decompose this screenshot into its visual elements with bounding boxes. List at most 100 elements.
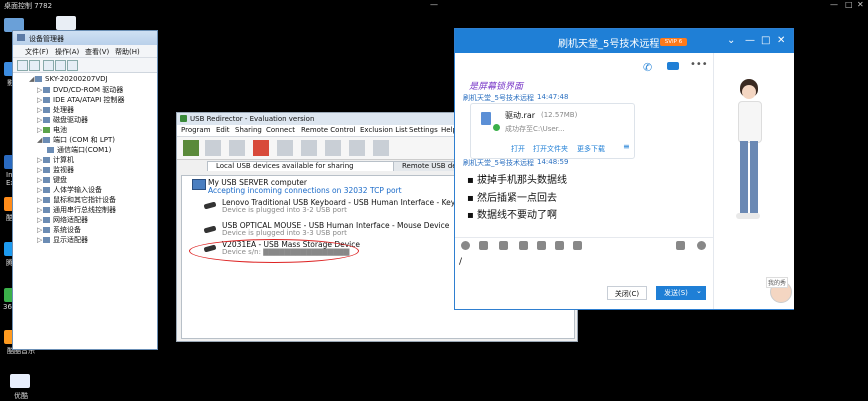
tree-label: 鼠标和其它指针设备 xyxy=(53,196,116,204)
device-manager-titlebar: 设备管理器 xyxy=(13,31,157,45)
maximize-icon[interactable]: □ xyxy=(761,35,770,46)
close-chat-button[interactable]: 关闭(C) xyxy=(607,286,647,300)
tree-item[interactable]: ▷ 键盘 xyxy=(37,175,67,185)
screen-share-icon[interactable] xyxy=(555,241,564,250)
usb-plug-icon[interactable] xyxy=(277,140,293,156)
usb-plug-icon[interactable] xyxy=(229,140,245,156)
send-button[interactable]: 发送(S) ⌄ xyxy=(656,286,706,300)
menu-sharing[interactable]: Sharing xyxy=(235,126,262,134)
menu-icon[interactable]: ≡ xyxy=(623,142,630,151)
tree-item[interactable]: ▷ 系统设备 xyxy=(37,225,81,235)
more-icon[interactable]: ••• xyxy=(690,59,708,70)
tree-item[interactable]: ▷ 鼠标和其它指针设备 xyxy=(37,195,116,205)
avatar-face xyxy=(742,85,756,99)
send-options-icon[interactable]: ⌄ xyxy=(696,284,702,298)
tree-item[interactable]: ▷ 人体学输入设备 xyxy=(37,185,102,195)
chevron-down-icon[interactable]: ⌄ xyxy=(727,35,735,46)
menu-connect[interactable]: Connect xyxy=(266,126,295,134)
remote-menu-button[interactable]: — xyxy=(430,0,438,9)
menu-help[interactable]: 帮助(H) xyxy=(115,47,140,57)
phone-icon[interactable]: ✆ xyxy=(643,61,652,74)
tree-item[interactable]: ▷ 通用串行总线控制器 xyxy=(37,205,116,215)
usb-device-icon xyxy=(203,225,217,234)
usb-plug-icon[interactable] xyxy=(301,140,317,156)
tree-item[interactable]: ▷ 磁盘驱动器 xyxy=(37,115,88,125)
tree-label: 网络适配器 xyxy=(53,216,88,224)
minimize-icon[interactable]: — xyxy=(745,35,755,46)
expand-icon[interactable] xyxy=(676,241,685,250)
tree-item[interactable]: ◢ 端口 (COM 和 LPT) xyxy=(37,135,115,145)
menu-view[interactable]: 查看(V) xyxy=(85,47,109,57)
tree-label: 计算机 xyxy=(53,156,74,164)
tree-item[interactable]: ▷ 监视器 xyxy=(37,165,74,175)
menu-remote-control[interactable]: Remote Control xyxy=(301,126,356,134)
server-status: Accepting incoming connections on 32032 … xyxy=(208,186,402,195)
properties-icon[interactable] xyxy=(43,60,54,71)
tree-label: 端口 (COM 和 LPT) xyxy=(53,136,115,144)
close-icon[interactable]: ✕ xyxy=(777,35,785,46)
tree-item[interactable]: ▷ 计算机 xyxy=(37,155,74,165)
more-icon[interactable] xyxy=(573,241,582,250)
gif-icon[interactable] xyxy=(479,241,488,250)
device-manager-window: 设备管理器 文件(F) 操作(A) 查看(V) 帮助(H) ◢ SKY-20200… xyxy=(12,30,158,350)
menu-edit[interactable]: Edit xyxy=(216,126,230,134)
file-size: (12.57MB) xyxy=(541,111,578,119)
menu-file[interactable]: 文件(F) xyxy=(25,47,49,57)
toolbar xyxy=(13,58,157,73)
menu-bar: 文件(F) 操作(A) 查看(V) 帮助(H) xyxy=(13,45,157,58)
usb-plug-icon[interactable] xyxy=(325,140,341,156)
more-downloads-link[interactable]: 更多下载 xyxy=(577,144,605,154)
success-check-icon xyxy=(493,124,500,131)
tree-root[interactable]: ◢ SKY-20200207VDJ xyxy=(29,75,108,85)
dvd-icon xyxy=(43,87,50,93)
usb-plug-icon[interactable] xyxy=(349,140,365,156)
back-icon[interactable] xyxy=(17,60,28,71)
device-status: Device is plugged into 3-2 USB port xyxy=(222,206,347,214)
menu-exclusion-list[interactable]: Exclusion List xyxy=(360,126,407,134)
display-icon xyxy=(43,237,50,243)
send-button-label: 发送(S) xyxy=(664,289,688,297)
server-computer-icon xyxy=(192,179,206,190)
svip-badge: SVIP 6 xyxy=(660,38,687,46)
share-device-icon[interactable] xyxy=(183,140,199,156)
menu-program[interactable]: Program xyxy=(181,126,211,134)
history-icon[interactable] xyxy=(697,241,706,250)
close-button[interactable]: ✕ xyxy=(857,0,864,9)
maximize-button[interactable]: □ xyxy=(845,0,853,9)
chat-sidebar: 我的秀 xyxy=(713,53,794,309)
avatar-show-label[interactable]: 我的秀 xyxy=(766,277,789,288)
desktop-app-icon[interactable] xyxy=(56,16,76,30)
video-call-icon[interactable] xyxy=(667,62,679,70)
minimize-button[interactable]: — xyxy=(830,0,838,9)
open-file-link[interactable]: 打开 xyxy=(511,144,525,154)
avatar-leg xyxy=(740,141,748,213)
network-icon xyxy=(43,217,50,223)
tree-item[interactable]: ▷ 网络适配器 xyxy=(37,215,88,225)
menu-action[interactable]: 操作(A) xyxy=(55,47,79,57)
tree-item[interactable]: ▷ 电池 xyxy=(37,125,67,135)
usb-plug-icon[interactable] xyxy=(205,140,221,156)
stop-icon[interactable] xyxy=(253,140,269,156)
tree-label: 处理器 xyxy=(53,106,74,114)
chat-input-toolbar xyxy=(455,237,713,254)
open-folder-link[interactable]: 打开文件夹 xyxy=(533,144,568,154)
tree-item[interactable]: ▷ DVD/CD-ROM 驱动器 xyxy=(37,85,123,95)
tree-item[interactable]: ▷ 显示适配器 xyxy=(37,235,88,245)
tree-item[interactable]: ▷ IDE ATA/ATAPI 控制器 xyxy=(37,95,125,105)
folder-icon[interactable] xyxy=(519,241,528,250)
image-icon[interactable] xyxy=(537,241,546,250)
youku-icon[interactable] xyxy=(10,374,30,388)
tree-item[interactable]: ▷ 处理器 xyxy=(37,105,74,115)
tab-local-devices[interactable]: Local USB devices available for sharing xyxy=(207,161,397,171)
help-icon[interactable] xyxy=(55,60,66,71)
tree-subitem[interactable]: 通信端口(COM1) xyxy=(47,145,111,155)
tree-label: SKY-20200207VDJ xyxy=(45,75,108,83)
message-input[interactable]: / xyxy=(459,257,462,267)
menu-settings[interactable]: Settings xyxy=(409,126,438,134)
scan-icon[interactable] xyxy=(67,60,78,71)
scissors-icon[interactable] xyxy=(499,241,508,250)
emoji-icon[interactable] xyxy=(461,241,470,250)
tree-label: 系统设备 xyxy=(53,226,81,234)
forward-icon[interactable] xyxy=(29,60,40,71)
usb-plug-icon[interactable] xyxy=(373,140,389,156)
